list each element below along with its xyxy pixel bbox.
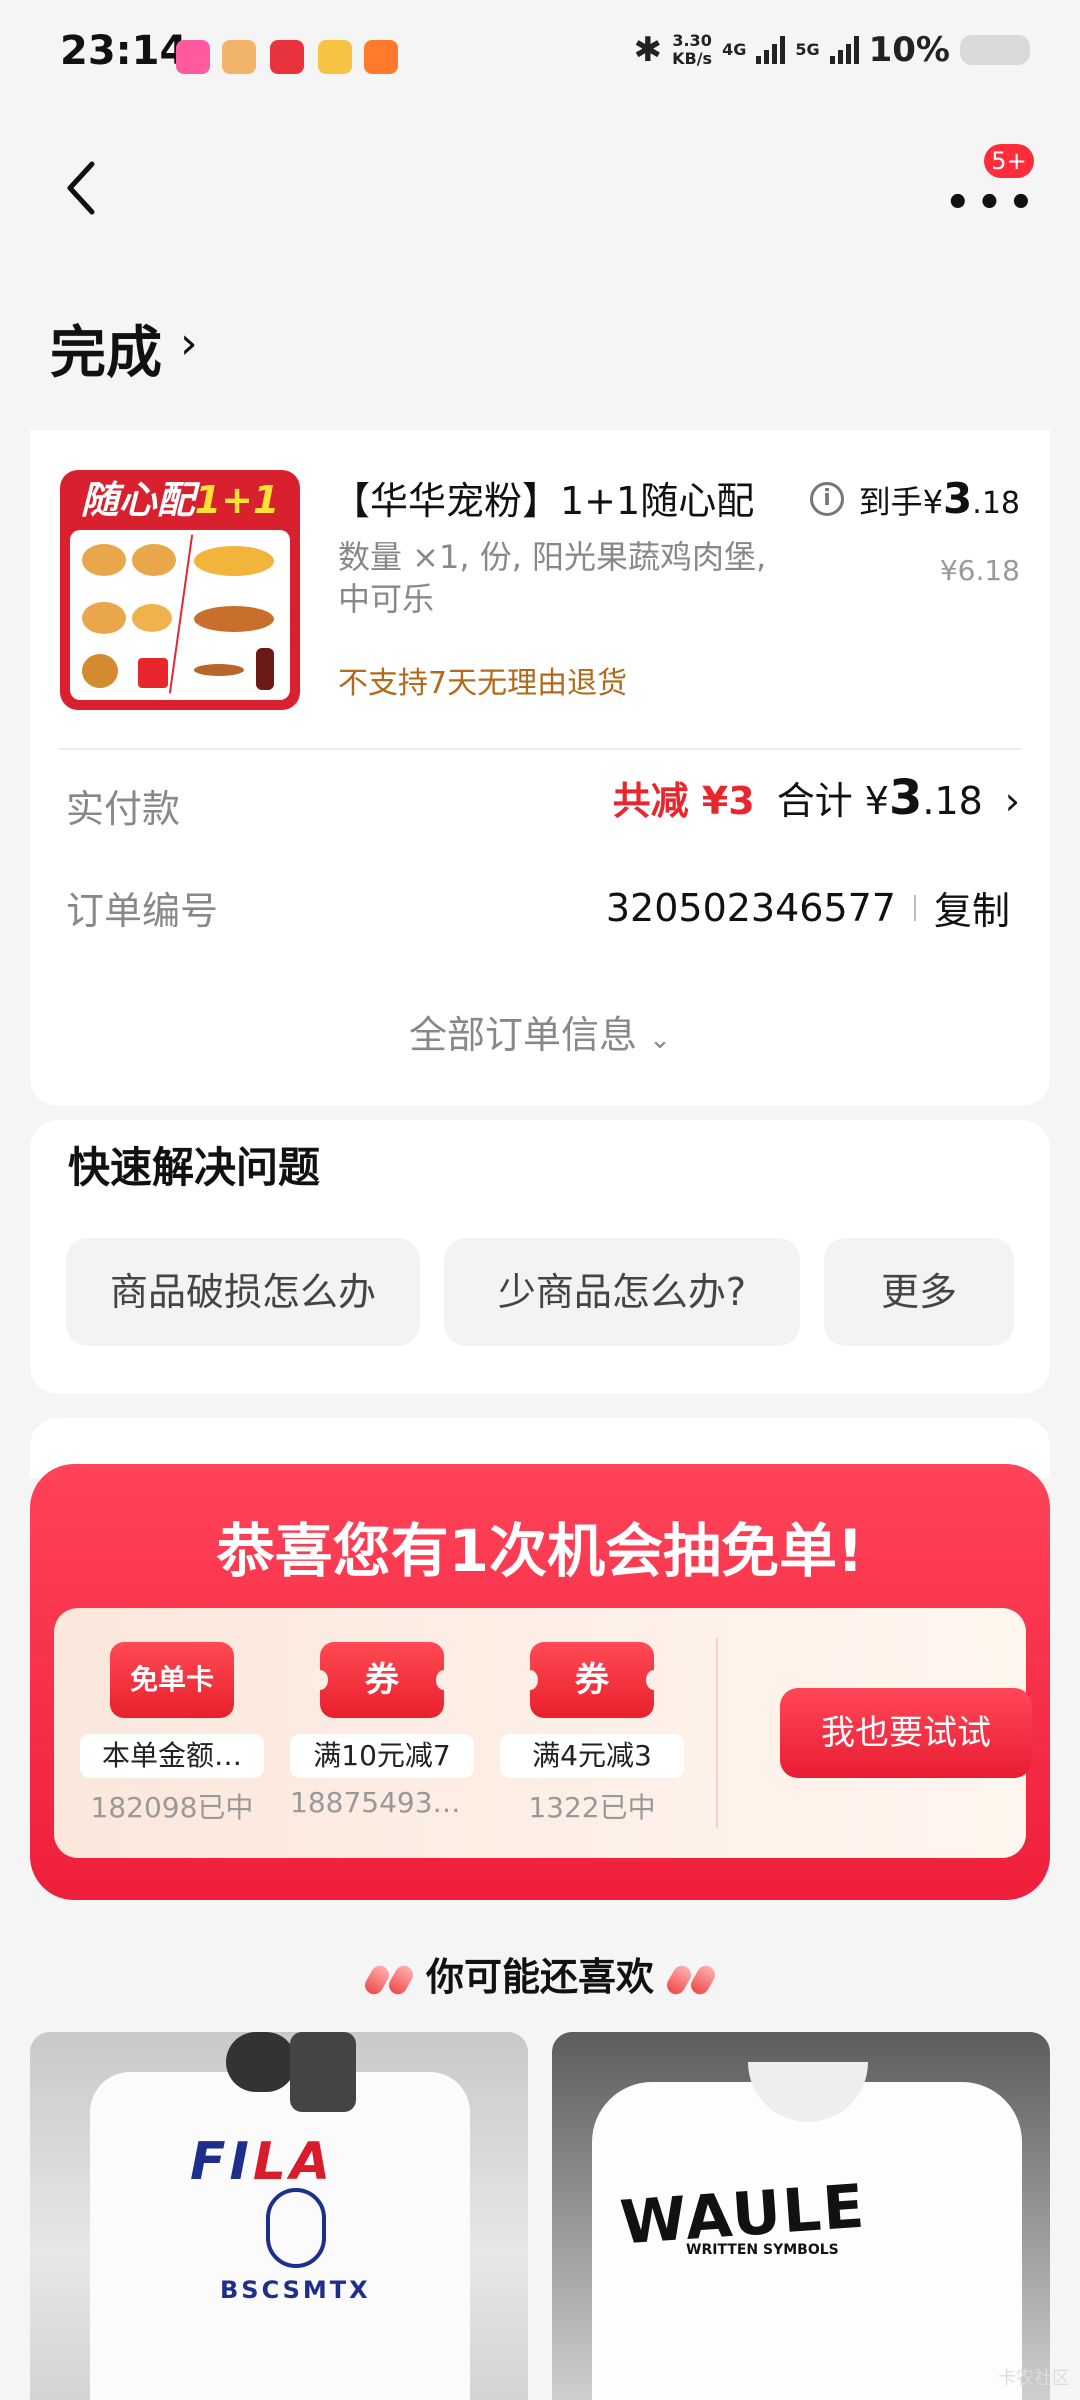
prize-item: 券 满4元减3 1322已中 (500, 1642, 684, 1826)
product-spec: 数量 ×1, 份, 阳光果蔬鸡肉堡, 中可乐 (338, 538, 767, 618)
order-number-row: 320502346577 复制 (606, 880, 1010, 935)
app-notification-icon (364, 40, 398, 74)
app-notification-icon (270, 40, 304, 74)
order-card: 随心配1+1 【华华宠粉】1+1随心配 数量 ×1, 份, 阳光果蔬鸡肉堡, 中… (30, 430, 1050, 1106)
recommend-product-image[interactable]: FILA BSCSMTX (30, 2032, 528, 2400)
coupon-icon: 券 (522, 1642, 662, 1718)
paid-label: 实付款 (66, 787, 181, 831)
coupon-icon: 券 (312, 1642, 452, 1718)
free-order-lottery-banner: 恭喜您有1次机会抽免单! 免单卡 本单金额… 182098已中 券 满10元减7… (30, 1464, 1050, 1900)
prize-caption: 本单金额… (80, 1734, 264, 1778)
net-4g-label: 4G (722, 40, 747, 59)
watermark: 卡农社区 (998, 2368, 1070, 2389)
network-speed: 3.30 KB/s (672, 31, 713, 68)
quick-help-title: 快速解决问题 (68, 1143, 321, 1192)
app-notification-icon (176, 40, 210, 74)
prize-winners: 188754932… (290, 1786, 474, 1819)
return-policy-notice: 不支持7天无理由退货 (338, 666, 628, 701)
total-amount: 合计 ¥3.18 (776, 770, 983, 826)
divider (913, 894, 916, 921)
lottery-title: 恭喜您有1次机会抽免单! (216, 1517, 864, 1585)
shirt-brand-text: BSCSMTX (220, 2276, 371, 2304)
signal-5g-icon (829, 36, 859, 64)
bear-graphic (266, 2188, 326, 2268)
product-thumbnail[interactable]: 随心配1+1 (60, 470, 300, 710)
prize-panel: 免单卡 本单金额… 182098已中 券 满10元减7 188754932… 券… (54, 1608, 1032, 1858)
shirt-brand-text: WRITTEN SYMBOLS (686, 2242, 839, 2258)
order-status-title[interactable]: 完成 (50, 308, 162, 389)
shirt-logo: FILA (190, 2132, 335, 2192)
message-count-badge: 5+ (984, 144, 1034, 178)
chevron-down-icon: ⌄ (649, 1025, 671, 1055)
wristwatch-graphic (226, 2032, 296, 2092)
decoration-icon (663, 1962, 695, 1997)
quick-help-card: 快速解决问题 商品破损怎么办 少商品怎么办? 更多 (30, 1120, 1050, 1394)
prize-caption: 满4元减3 (500, 1734, 684, 1778)
free-card-icon: 免单卡 (110, 1642, 234, 1718)
status-time: 23:14 (60, 28, 188, 74)
help-more-button[interactable]: 更多 (824, 1238, 1014, 1346)
signal-4g-icon (756, 36, 786, 64)
thumbnail-banner: 随心配1+1 (80, 478, 280, 522)
chevron-right-icon[interactable]: › (180, 318, 198, 369)
decoration-icon (385, 1962, 417, 1997)
prize-item: 券 满10元减7 188754932… (290, 1642, 474, 1819)
order-number-value: 320502346577 (605, 885, 896, 930)
order-number-label: 订单编号 (66, 889, 219, 933)
help-damaged-button[interactable]: 商品破损怎么办 (66, 1238, 420, 1346)
decoration-icon (687, 1962, 719, 1997)
recommend-title: 你可能还喜欢 (0, 1946, 1080, 2001)
app-notification-icon (222, 40, 256, 74)
product-name[interactable]: 【华华宠粉】1+1随心配 (332, 470, 754, 525)
phone-graphic (290, 2032, 356, 2112)
prize-winners: 182098已中 (90, 1791, 254, 1824)
divider (58, 748, 1022, 750)
try-lottery-button[interactable]: 我也要试试 (780, 1688, 1032, 1778)
final-price: 到手¥3.18 (858, 474, 1020, 523)
divider (716, 1638, 718, 1828)
prize-caption: 满10元减7 (290, 1734, 474, 1778)
system-indicators: ✱ 3.30 KB/s 4G 5G 10% (634, 30, 1030, 70)
thumbnail-food-grid (70, 530, 290, 700)
original-price: ¥6.18 (939, 554, 1020, 587)
status-bar: 23:14 ✱ 3.30 KB/s 4G 5G 10% (0, 0, 1080, 120)
weibo-icon (318, 40, 352, 74)
help-missing-button[interactable]: 少商品怎么办? (444, 1238, 800, 1346)
all-order-info-toggle[interactable]: 全部订单信息 ⌄ (30, 1004, 1050, 1059)
payment-summary[interactable]: 共减 ¥3 合计 ¥3.18 › (613, 770, 1020, 826)
net-5g-label: 5G (795, 40, 820, 59)
battery-level: 10% (868, 30, 950, 70)
prize-winners: 1322已中 (528, 1791, 656, 1824)
battery-icon (960, 35, 1030, 65)
chevron-right-icon: › (1004, 779, 1020, 823)
decoration-icon (361, 1962, 393, 1997)
back-arrow-icon[interactable] (62, 158, 102, 218)
copy-button[interactable]: 复制 (934, 880, 1010, 935)
info-icon[interactable]: i (810, 482, 844, 516)
more-dots-icon[interactable]: ••• (945, 180, 1040, 226)
discount-amount: 共减 ¥3 (612, 779, 755, 823)
bluetooth-icon: ✱ (633, 30, 663, 70)
prize-item: 免单卡 本单金额… 182098已中 (80, 1642, 264, 1826)
